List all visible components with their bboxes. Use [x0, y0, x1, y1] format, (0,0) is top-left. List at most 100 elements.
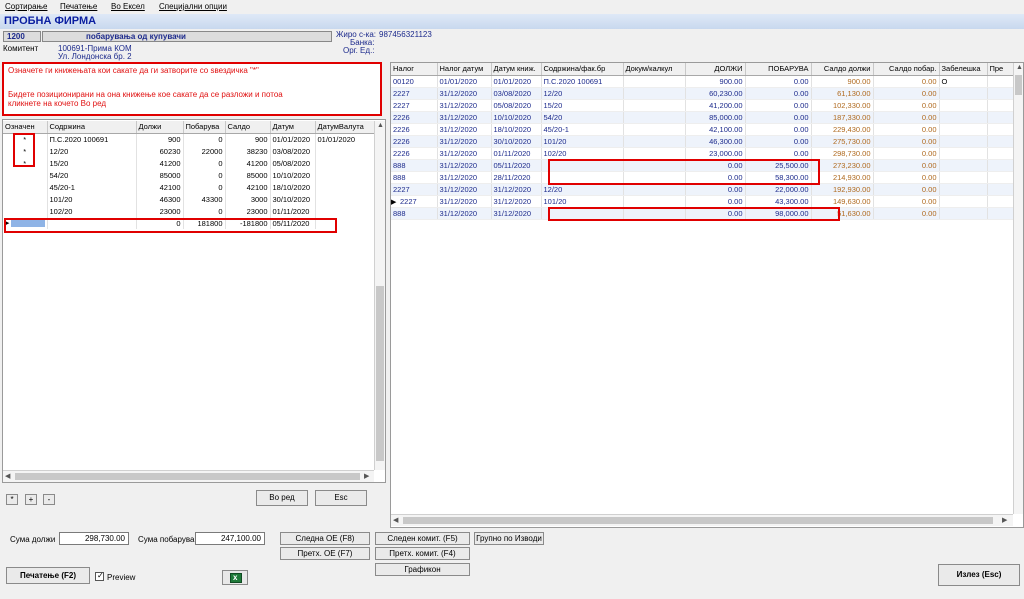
order-date-cell[interactable]: 31/12/2020 — [437, 207, 492, 220]
credit-cell[interactable]: 0 — [183, 205, 226, 217]
note-cell[interactable] — [939, 111, 988, 124]
extra-cell[interactable] — [987, 111, 1014, 124]
order-cell[interactable]: 2227 — [391, 99, 438, 112]
scroll-up-icon[interactable]: ▲ — [377, 122, 384, 129]
balance-credit-cell[interactable]: 0.00 — [873, 123, 940, 136]
credit-cell[interactable]: 0 — [183, 181, 226, 193]
left-hscroll-thumb[interactable] — [15, 473, 360, 480]
credit-cell[interactable]: 22000 — [183, 145, 226, 157]
balance-cell[interactable]: 3000 — [225, 193, 271, 205]
table-row[interactable]: 2226 31/12/2020 01/11/2020 102/20 23,000.00 0… — [391, 147, 1014, 160]
table-row[interactable]: 2226 31/12/2020 10/10/2020 54/20 85,000.00 0.… — [391, 111, 1014, 124]
document-cell[interactable] — [623, 75, 686, 88]
content-cell[interactable]: 12/20 — [47, 145, 137, 157]
order-date-cell[interactable]: 31/12/2020 — [437, 87, 492, 100]
extra-cell[interactable] — [987, 159, 1014, 172]
note-cell[interactable] — [939, 171, 988, 184]
table-row[interactable]: 00120 01/01/2020 01/01/2020 П.С.2020 100691… — [391, 75, 1014, 88]
content-cell[interactable]: 54/20 — [541, 111, 624, 124]
order-cell[interactable]: 888 — [391, 171, 438, 184]
extra-cell[interactable] — [987, 75, 1014, 88]
date-cell[interactable]: 01/11/2020 — [270, 205, 316, 217]
balance-cell[interactable]: 41200 — [225, 157, 271, 169]
note-cell[interactable] — [939, 159, 988, 172]
document-cell[interactable] — [623, 147, 686, 160]
extra-cell[interactable] — [987, 147, 1014, 160]
document-cell[interactable] — [623, 135, 686, 148]
balance-credit-cell[interactable]: 0.00 — [873, 147, 940, 160]
credit-cell[interactable]: 0.00 — [745, 147, 812, 160]
mark-all-button[interactable]: * — [6, 494, 18, 505]
print-button[interactable]: Печатење (F2) — [6, 567, 90, 584]
balance-cell[interactable]: 38230 — [225, 145, 271, 157]
menu-special[interactable]: Специјални опции — [159, 2, 227, 11]
mark-cell[interactable] — [3, 169, 48, 181]
mark-cell[interactable] — [3, 193, 48, 205]
right-vscroll-thumb[interactable] — [1015, 75, 1022, 95]
order-date-cell[interactable]: 31/12/2020 — [437, 123, 492, 136]
document-cell[interactable] — [623, 99, 686, 112]
book-date-cell[interactable]: 05/11/2020 — [491, 159, 542, 172]
table-row[interactable]: 2226 31/12/2020 30/10/2020 101/20 46,300.00 0… — [391, 135, 1014, 148]
balance-credit-cell[interactable]: 0.00 — [873, 111, 940, 124]
balance-debit-cell[interactable]: 298,730.00 — [811, 147, 874, 160]
order-date-cell[interactable]: 31/12/2020 — [437, 171, 492, 184]
extra-cell[interactable] — [987, 123, 1014, 136]
col-balance-debit[interactable]: Салдо должи — [811, 63, 874, 76]
order-cell[interactable]: 2226 — [391, 135, 438, 148]
credit-cell[interactable]: 0 — [183, 133, 226, 145]
extra-cell[interactable] — [987, 207, 1014, 220]
col-credit[interactable]: Побарува — [183, 121, 226, 134]
balance-credit-cell[interactable]: 0.00 — [873, 183, 940, 196]
content-cell[interactable]: 102/20 — [541, 147, 624, 160]
balance-credit-cell[interactable]: 0.00 — [873, 135, 940, 148]
debit-cell[interactable]: 46,300.00 — [685, 135, 746, 148]
mark-cell[interactable] — [3, 181, 48, 193]
order-cell[interactable]: 2226 — [391, 123, 438, 136]
debit-cell[interactable]: 23000 — [136, 205, 184, 217]
date-cell[interactable]: 05/08/2020 — [270, 157, 316, 169]
note-cell[interactable] — [939, 207, 988, 220]
chart-button[interactable]: Графикон — [375, 563, 470, 576]
col-content-invoice[interactable]: Содржина/фак.бр — [541, 63, 624, 76]
balance-cell[interactable]: 23000 — [225, 205, 271, 217]
balance-credit-cell[interactable]: 0.00 — [873, 171, 940, 184]
table-row[interactable]: * П.С.2020 100691 900 0 900 01/01/2020 0… — [3, 133, 376, 145]
balance-credit-cell[interactable]: 0.00 — [873, 75, 940, 88]
document-cell[interactable] — [623, 111, 686, 124]
debit-cell[interactable]: 60230 — [136, 145, 184, 157]
table-row[interactable]: 2227 31/12/2020 05/08/2020 15/20 41,200.00 0.… — [391, 99, 1014, 112]
excel-export-button[interactable]: x — [222, 570, 248, 585]
balance-debit-cell[interactable]: 192,930.00 — [811, 183, 874, 196]
balance-debit-cell[interactable]: 149,630.00 — [811, 195, 874, 208]
book-date-cell[interactable]: 18/10/2020 — [491, 123, 542, 136]
debit-cell[interactable]: 46300 — [136, 193, 184, 205]
note-cell[interactable] — [939, 195, 988, 208]
value-date-cell[interactable] — [315, 193, 376, 205]
value-date-cell[interactable] — [315, 205, 376, 217]
next-org-unit-button[interactable]: Следна ОЕ (F8) — [280, 532, 370, 545]
order-cell[interactable]: 2226 — [391, 111, 438, 124]
scroll-right-icon[interactable]: ▶ — [1002, 516, 1007, 524]
order-date-cell[interactable]: 31/12/2020 — [437, 159, 492, 172]
note-cell[interactable] — [939, 99, 988, 112]
next-client-button[interactable]: Следен комит. (F5) — [375, 532, 470, 545]
date-cell[interactable]: 18/10/2020 — [270, 181, 316, 193]
scroll-up-icon[interactable]: ▲ — [1016, 64, 1023, 71]
col-debit[interactable]: ДОЛЖИ — [685, 63, 746, 76]
menu-print[interactable]: Печатење — [60, 2, 97, 11]
col-value-date[interactable]: ДатумВалута — [315, 121, 376, 134]
content-cell[interactable]: 15/20 — [541, 99, 624, 112]
order-cell[interactable]: 888 — [391, 207, 438, 220]
scroll-left-icon[interactable]: ◀ — [393, 516, 398, 524]
order-cell[interactable]: 00120 — [391, 75, 438, 88]
ok-button[interactable]: Во ред — [256, 490, 308, 506]
extra-cell[interactable] — [987, 195, 1014, 208]
debit-cell[interactable]: 0.00 — [685, 195, 746, 208]
book-date-cell[interactable]: 28/11/2020 — [491, 171, 542, 184]
debit-cell[interactable]: 42100 — [136, 181, 184, 193]
order-date-cell[interactable]: 31/12/2020 — [437, 99, 492, 112]
exit-button[interactable]: Излез (Esc) — [938, 564, 1020, 586]
extra-cell[interactable] — [987, 99, 1014, 112]
value-date-cell[interactable] — [315, 145, 376, 157]
